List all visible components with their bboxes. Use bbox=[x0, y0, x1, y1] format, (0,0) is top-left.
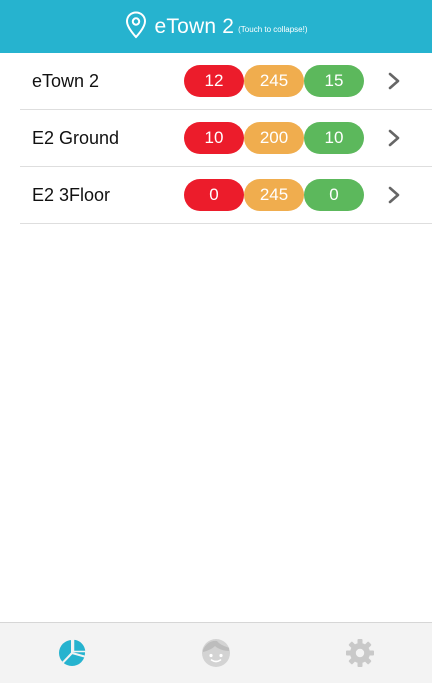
status-pills: 0 245 0 bbox=[184, 179, 364, 211]
chevron-right-icon[interactable] bbox=[387, 186, 401, 204]
gear-icon bbox=[346, 639, 374, 667]
app: eTown 2 (Touch to collapse!) eTown 2 12 … bbox=[0, 0, 432, 683]
list-item-name: eTown 2 bbox=[32, 70, 100, 91]
location-header[interactable]: eTown 2 (Touch to collapse!) bbox=[0, 0, 432, 53]
tab-statistics[interactable] bbox=[0, 623, 144, 683]
list-item-name: E2 3Floor bbox=[32, 184, 111, 205]
chevron-right-icon[interactable] bbox=[387, 72, 401, 90]
status-pills: 12 245 15 bbox=[184, 65, 364, 97]
tab-profile[interactable] bbox=[144, 623, 288, 683]
orange-count-badge: 245 bbox=[244, 65, 304, 97]
green-count-badge: 0 bbox=[304, 179, 364, 211]
orange-count-badge: 200 bbox=[244, 122, 304, 154]
location-pin-icon bbox=[125, 10, 146, 38]
green-count-badge: 10 bbox=[304, 122, 364, 154]
red-count-badge: 12 bbox=[184, 65, 244, 97]
orange-count-badge: 245 bbox=[244, 179, 304, 211]
green-count-badge: 15 bbox=[304, 65, 364, 97]
header-title: eTown 2 bbox=[154, 14, 235, 38]
header-hint: (Touch to collapse!) bbox=[238, 24, 308, 34]
red-count-badge: 0 bbox=[184, 179, 244, 211]
list-item-name: E2 Ground bbox=[32, 127, 120, 148]
list-item[interactable]: E2 3Floor 0 245 0 bbox=[20, 167, 432, 224]
red-count-badge: 10 bbox=[184, 122, 244, 154]
bottom-tab-bar bbox=[0, 622, 432, 683]
tab-settings[interactable] bbox=[288, 623, 432, 683]
location-list: eTown 2 12 245 15 E2 Ground 10 200 10 E2… bbox=[20, 53, 432, 224]
pie-chart-icon bbox=[59, 638, 87, 666]
status-pills: 10 200 10 bbox=[184, 122, 364, 154]
list-item[interactable]: E2 Ground 10 200 10 bbox=[20, 110, 432, 167]
face-icon bbox=[202, 639, 230, 667]
list-item[interactable]: eTown 2 12 245 15 bbox=[20, 53, 432, 110]
chevron-right-icon[interactable] bbox=[387, 129, 401, 147]
